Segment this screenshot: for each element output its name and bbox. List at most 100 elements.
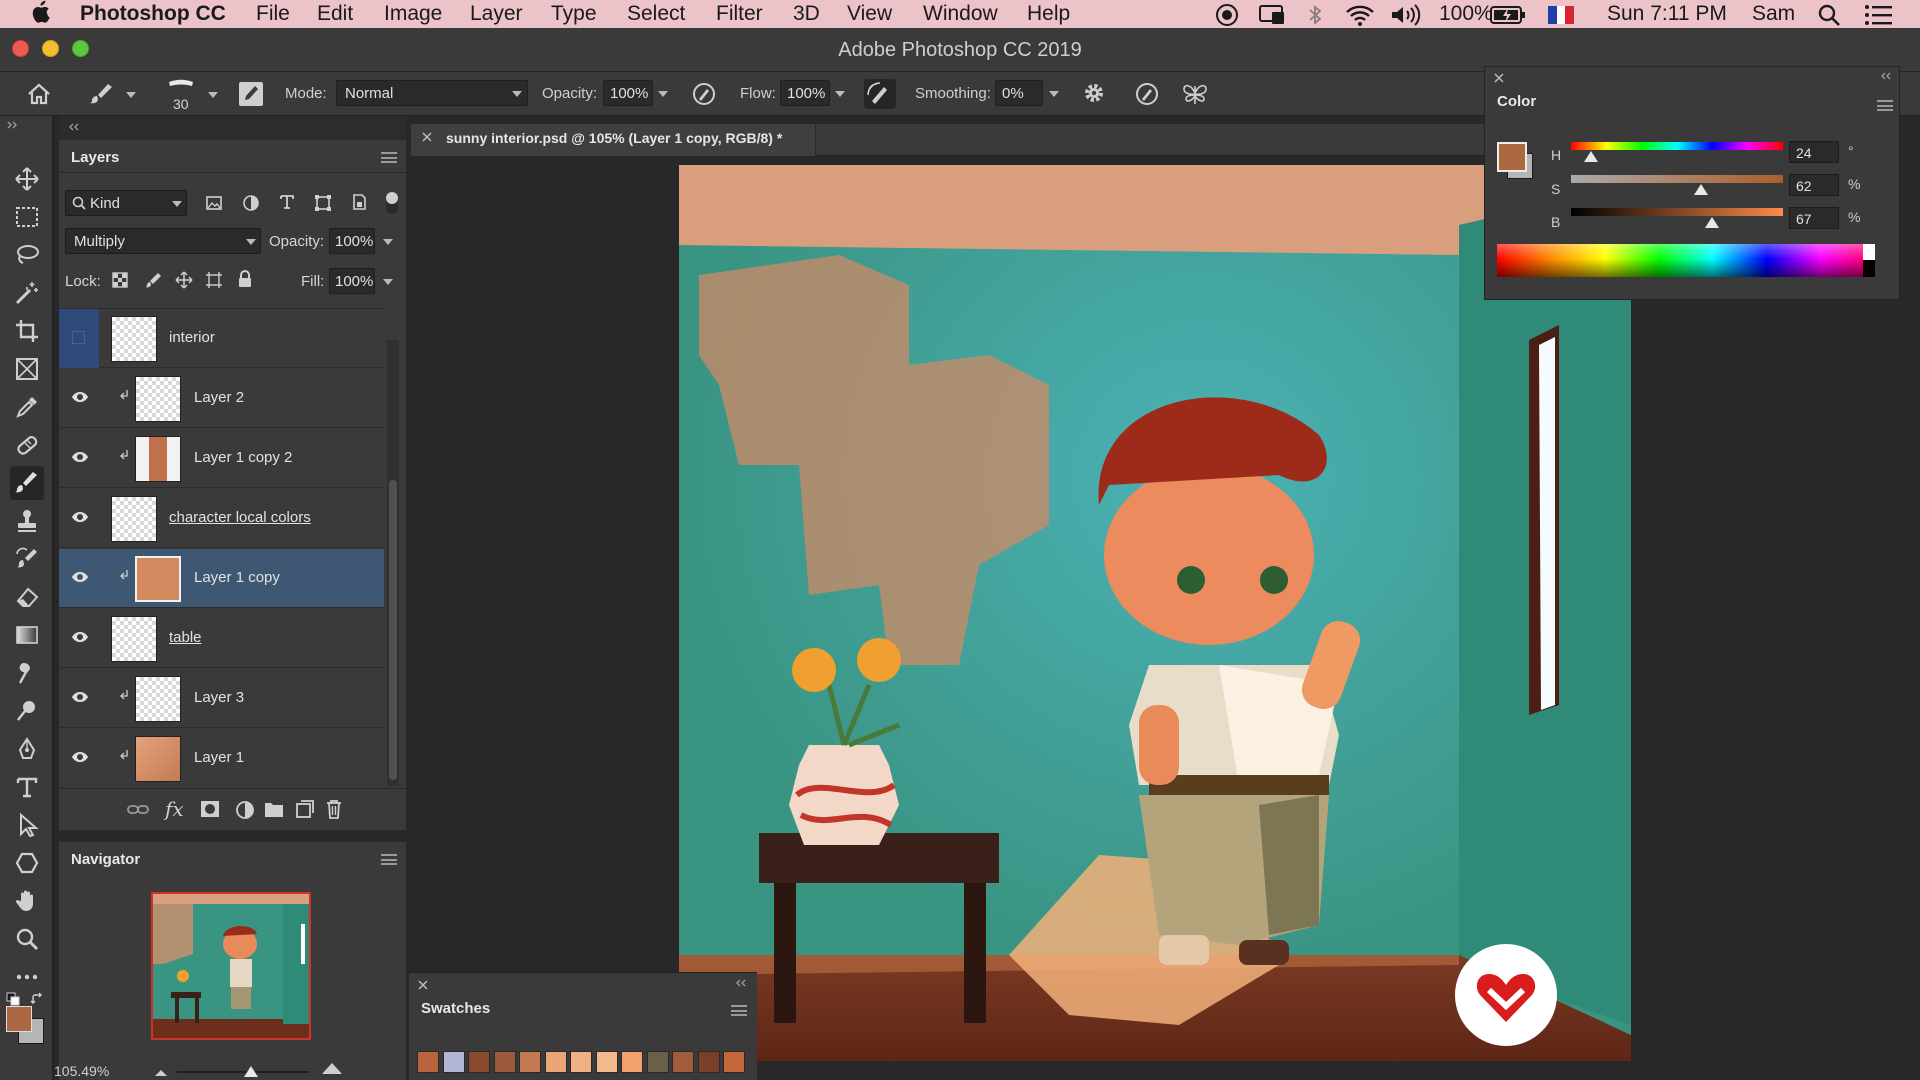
- color-swatch[interactable]: [646, 1051, 669, 1073]
- expand-panel-icon[interactable]: [6, 120, 20, 130]
- brightness-slider[interactable]: [1571, 208, 1783, 216]
- magic-wand-tool-icon[interactable]: [10, 276, 44, 310]
- white-swatch[interactable]: [1863, 244, 1875, 260]
- marquee-tool-icon[interactable]: [10, 200, 44, 234]
- user-name[interactable]: Sam: [1752, 2, 1795, 26]
- menu-window[interactable]: Window: [923, 2, 998, 26]
- menu-image[interactable]: Image: [384, 2, 442, 26]
- chevron-down-icon[interactable]: [208, 92, 218, 98]
- menu-view[interactable]: View: [847, 2, 892, 26]
- spotlight-search-icon[interactable]: [1817, 3, 1841, 27]
- foreground-color-swatch[interactable]: [6, 1006, 32, 1032]
- blend-mode-select[interactable]: Multiply: [65, 228, 261, 254]
- color-spectrum-ramp[interactable]: [1497, 244, 1875, 277]
- brightness-input[interactable]: 67: [1789, 207, 1839, 229]
- zoom-out-icon[interactable]: [154, 1067, 168, 1077]
- saturation-input[interactable]: 62: [1789, 174, 1839, 196]
- new-group-folder-icon[interactable]: [264, 800, 284, 818]
- layer-row-layer-2[interactable]: Layer 2: [59, 369, 384, 428]
- filter-smart-object-icon[interactable]: [350, 193, 368, 211]
- shape-tool-icon[interactable]: [10, 846, 44, 880]
- lock-all-icon[interactable]: [237, 270, 253, 288]
- layer-row-interior[interactable]: interior: [59, 309, 384, 368]
- menu-file[interactable]: File: [256, 2, 290, 26]
- clock[interactable]: Sun 7:11 PM: [1607, 2, 1727, 26]
- battery-icon[interactable]: [1490, 5, 1526, 25]
- hue-slider-handle[interactable]: [1584, 151, 1598, 162]
- navigator-tab[interactable]: Navigator: [59, 842, 153, 874]
- navigator-preview[interactable]: [151, 892, 311, 1040]
- swatches-tab[interactable]: Swatches: [409, 991, 503, 1023]
- type-tool-icon[interactable]: [10, 770, 44, 804]
- home-icon[interactable]: [26, 82, 52, 106]
- color-swatch[interactable]: [417, 1051, 439, 1073]
- input-source-flag-icon[interactable]: [1548, 6, 1574, 24]
- apple-icon[interactable]: [30, 0, 50, 24]
- saturation-slider-handle[interactable]: [1694, 184, 1708, 195]
- chevron-down-icon[interactable]: [658, 91, 668, 97]
- swap-colors-icon[interactable]: [30, 992, 44, 1006]
- hue-input[interactable]: 24: [1789, 141, 1839, 163]
- color-swatch[interactable]: [544, 1051, 567, 1073]
- display-icon[interactable]: [1258, 3, 1286, 27]
- more-tools-icon[interactable]: [10, 960, 44, 994]
- chevron-down-icon[interactable]: [383, 279, 393, 285]
- smudge-tool-icon[interactable]: [10, 656, 44, 690]
- color-swatch[interactable]: [672, 1051, 694, 1073]
- chevron-down-icon[interactable]: [512, 91, 522, 97]
- layer-visibility-toggle[interactable]: [59, 309, 99, 368]
- color-swatch[interactable]: [468, 1051, 490, 1073]
- chevron-down-icon[interactable]: [126, 92, 136, 98]
- brush-tool-icon[interactable]: [10, 466, 44, 500]
- brightness-slider-handle[interactable]: [1705, 217, 1719, 228]
- clone-stamp-tool-icon[interactable]: [10, 504, 44, 538]
- mode-select[interactable]: Normal: [336, 80, 528, 106]
- panel-menu-icon[interactable]: [1877, 100, 1893, 111]
- color-swatch[interactable]: [570, 1051, 592, 1073]
- eye-icon[interactable]: [71, 691, 89, 703]
- saturation-slider[interactable]: [1571, 175, 1783, 183]
- close-panel-icon[interactable]: [417, 979, 429, 991]
- layer-opacity-input[interactable]: 100%: [329, 228, 375, 254]
- symmetry-butterfly-icon[interactable]: [1181, 81, 1209, 107]
- lock-artboard-icon[interactable]: [205, 271, 223, 289]
- filter-pixel-layers-icon[interactable]: [205, 194, 223, 212]
- black-swatch[interactable]: [1863, 260, 1875, 277]
- color-swatch[interactable]: [723, 1051, 745, 1073]
- zoom-tool-icon[interactable]: [10, 922, 44, 956]
- lasso-tool-icon[interactable]: [10, 238, 44, 272]
- history-brush-tool-icon[interactable]: [10, 542, 44, 576]
- pressure-opacity-icon[interactable]: [691, 81, 717, 107]
- scrollbar-thumb[interactable]: [389, 480, 397, 780]
- path-selection-tool-icon[interactable]: [10, 808, 44, 842]
- gradient-tool-icon[interactable]: [10, 618, 44, 652]
- layer-row-layer-1-copy[interactable]: Layer 1 copy: [59, 549, 384, 608]
- chevron-down-icon[interactable]: [835, 91, 845, 97]
- menu-3d[interactable]: 3D: [793, 2, 820, 26]
- menu-layer[interactable]: Layer: [470, 2, 523, 26]
- zoom-slider-handle[interactable]: [244, 1066, 258, 1077]
- zoom-percent[interactable]: 105.49%: [54, 1063, 109, 1079]
- notification-center-icon[interactable]: [1864, 4, 1894, 26]
- collapse-panels-icon[interactable]: [67, 122, 81, 132]
- new-layer-icon[interactable]: [295, 799, 315, 819]
- color-swatch[interactable]: [697, 1051, 720, 1073]
- volume-icon[interactable]: [1390, 3, 1422, 27]
- filter-type-layers-icon[interactable]: [278, 193, 296, 211]
- gear-icon[interactable]: [1082, 81, 1106, 105]
- frame-tool-icon[interactable]: [10, 352, 44, 386]
- filter-adjustment-layers-icon[interactable]: [242, 194, 260, 212]
- color-swatch[interactable]: [493, 1051, 516, 1073]
- opacity-input[interactable]: 100%: [603, 80, 653, 106]
- fx-icon[interactable]: fx: [165, 797, 184, 821]
- collapse-panels-icon[interactable]: [734, 978, 748, 988]
- link-layers-icon[interactable]: [127, 801, 149, 819]
- color-tab[interactable]: Color: [1485, 84, 1549, 116]
- bluetooth-icon[interactable]: [1307, 3, 1323, 27]
- layer-filter-select[interactable]: Kind: [65, 190, 187, 216]
- chevron-down-icon[interactable]: [1049, 91, 1059, 97]
- pressure-size-icon[interactable]: [1134, 81, 1160, 107]
- eyedropper-tool-icon[interactable]: [10, 390, 44, 424]
- layer-row-layer-1-copy-2[interactable]: Layer 1 copy 2: [59, 429, 384, 488]
- crop-tool-icon[interactable]: [10, 314, 44, 348]
